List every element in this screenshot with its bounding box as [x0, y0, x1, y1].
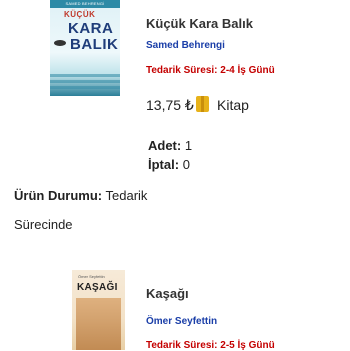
cancel-value: 0	[182, 157, 190, 172]
fish-icon	[54, 40, 66, 46]
cancel-label: İptal:	[148, 157, 180, 172]
cover-title-line2: BALIK	[70, 36, 119, 53]
cover-title-line1: KARA	[68, 20, 114, 37]
status-label: Ürün Durumu:	[14, 188, 103, 203]
book-cover-image[interactable]: SAMED BEHRENGİ KÜÇÜK KARA BALIK	[50, 0, 120, 96]
product-author[interactable]: Ömer Seyfettin	[146, 316, 217, 327]
cover-title-small: KÜÇÜK	[64, 10, 96, 19]
product-author[interactable]: Samed Behrengi	[146, 40, 225, 51]
cover-wave	[50, 74, 120, 77]
cover-author-small: Ömer Seyfettin	[78, 274, 105, 279]
status-value-continued: Sürecinde	[14, 217, 73, 232]
book-cover-image[interactable]: Ömer Seyfettin KAŞAĞI	[72, 270, 125, 350]
cover-wave	[50, 80, 120, 83]
product-title[interactable]: Kaşağı	[146, 286, 189, 301]
product-price: 13,75 ₺	[146, 97, 194, 113]
supply-time: Tedarik Süresi: 2-4 İş Günü	[146, 65, 275, 76]
quantity-label: Adet:	[148, 138, 182, 153]
supply-time: Tedarik Süresi: 2-5 İş Günü	[146, 340, 275, 351]
product-type-label: Kitap	[217, 97, 249, 113]
product-title[interactable]: Küçük Kara Balık	[146, 16, 253, 31]
cover-wave	[50, 86, 120, 89]
cover-publisher-strip: SAMED BEHRENGİ	[50, 0, 120, 8]
quantity-value: 1	[184, 138, 193, 153]
cover-title: KAŞAĞI	[77, 282, 118, 293]
cover-artwork	[76, 298, 121, 350]
book-icon	[196, 96, 209, 112]
cancel-row: İptal: 0	[148, 157, 190, 172]
status-value: Tedarik	[105, 188, 148, 203]
order-status: Ürün Durumu: Tedarik	[14, 188, 147, 203]
quantity-row: Adet: 1	[148, 138, 192, 153]
